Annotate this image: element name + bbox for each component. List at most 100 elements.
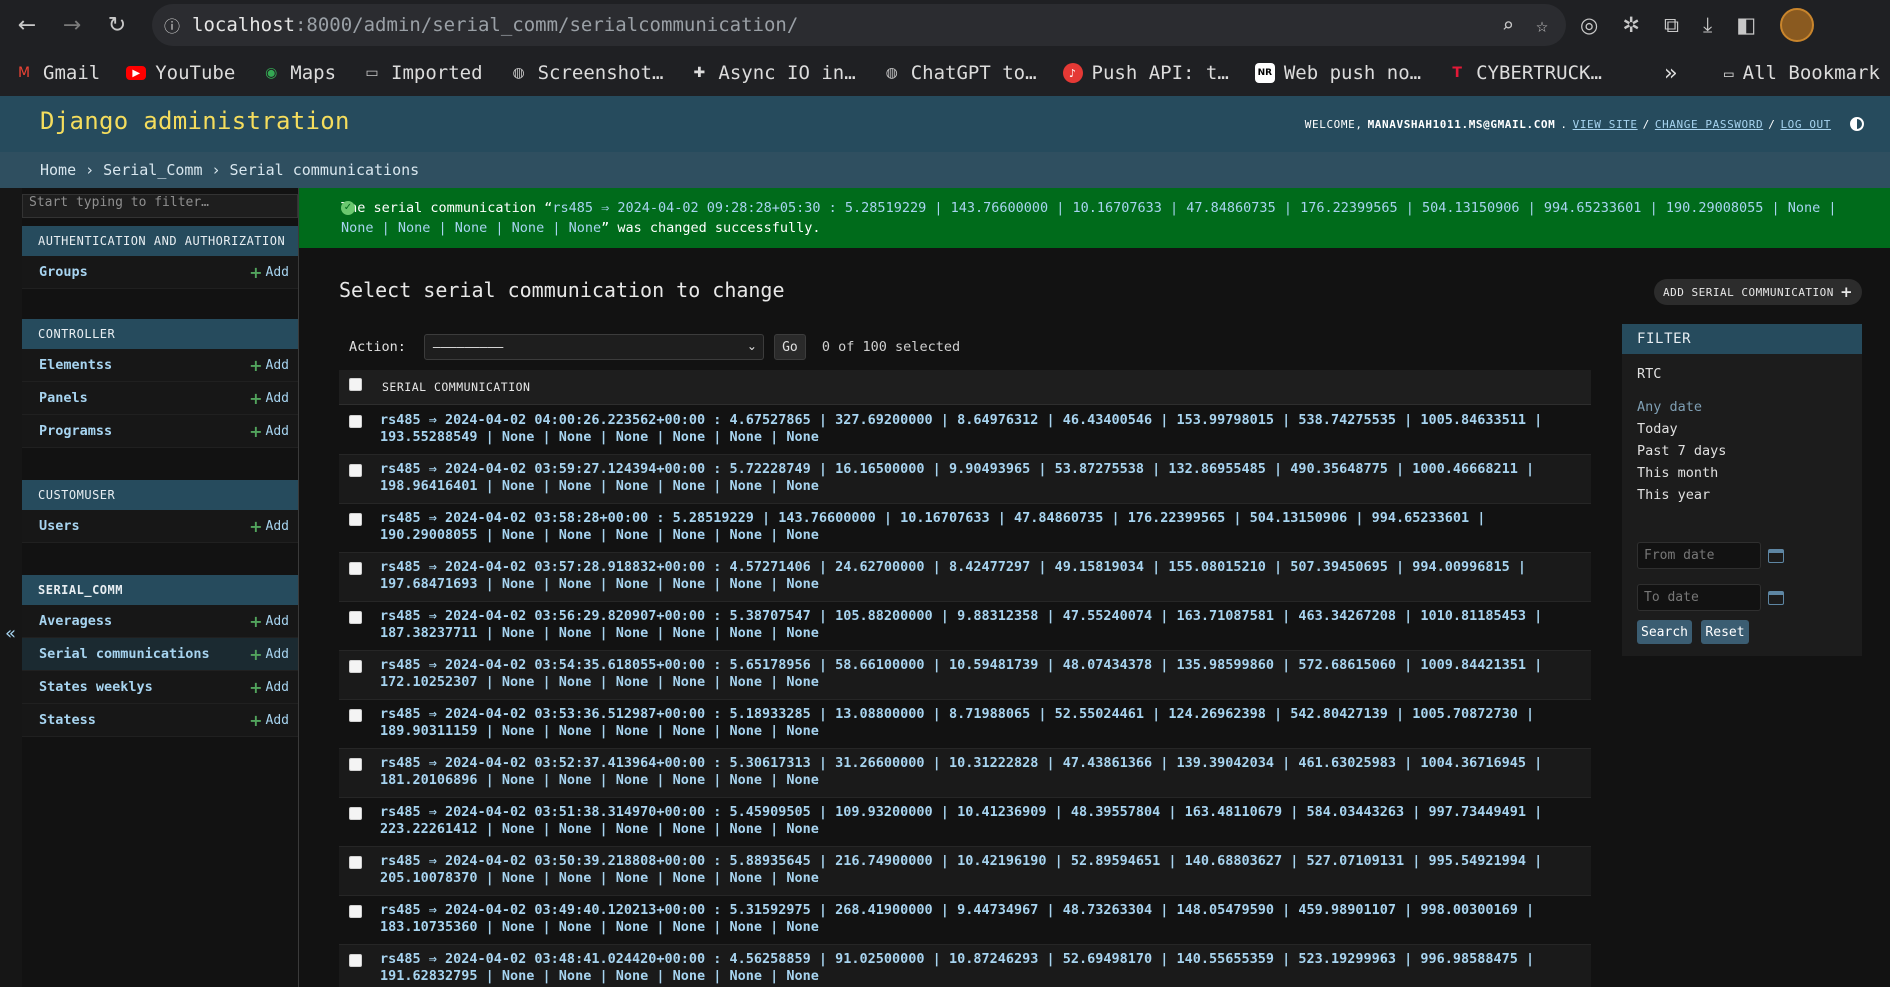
row-object-link[interactable]: rs485 ⇒ 2024-04-02 03:49:40.120213+00:00… — [380, 902, 1580, 936]
add-link[interactable]: + Add — [249, 671, 289, 704]
row-checkbox[interactable] — [349, 660, 362, 673]
profile-avatar[interactable] — [1780, 8, 1815, 42]
nav-filter-input[interactable]: Start typing to filter… — [22, 194, 298, 218]
row-checkbox[interactable] — [349, 905, 362, 918]
add-link[interactable]: + Add — [249, 510, 289, 543]
forward-arrow-icon[interactable]: → — [54, 7, 90, 43]
add-link[interactable]: + Add — [249, 256, 289, 289]
zoom-icon[interactable]: ⌕ — [1502, 13, 1514, 37]
bookmark-async-io[interactable]: ✚ Async IO in… — [689, 62, 856, 84]
app-caption-serial-comm[interactable]: SERIAL_COMM — [22, 575, 298, 605]
bookmark-gmail[interactable]: M Gmail — [14, 62, 100, 84]
to-date-input[interactable]: To date — [1637, 584, 1761, 611]
theme-toggle-icon[interactable] — [1850, 117, 1864, 131]
filter-option-any-date[interactable]: Any date — [1637, 396, 1726, 418]
success-message: The serial communication “rs485 ⇒ 2024-0… — [299, 188, 1890, 248]
sidebar-item-elementss[interactable]: Elementss + Add — [22, 349, 298, 382]
calendar-icon[interactable] — [1768, 549, 1784, 563]
bookmark-maps[interactable]: ◉ Maps — [261, 62, 336, 84]
view-site-link[interactable]: VIEW SITE — [1573, 118, 1638, 131]
filter-option-today[interactable]: Today — [1637, 418, 1726, 440]
bookmark-imported[interactable]: ▭ Imported — [362, 62, 482, 84]
row-object-link[interactable]: rs485 ⇒ 2024-04-02 03:52:37.413964+00:00… — [380, 755, 1580, 789]
row-object-link[interactable]: rs485 ⇒ 2024-04-02 03:53:36.512987+00:00… — [380, 706, 1580, 740]
action-select[interactable]: ————————— ⌄ — [423, 334, 764, 360]
filter-option-this-year[interactable]: This year — [1637, 484, 1726, 506]
row-object-link[interactable]: rs485 ⇒ 2024-04-02 03:57:28.918832+00:00… — [380, 559, 1580, 593]
extension-bug-icon[interactable]: ✲ — [1622, 13, 1640, 37]
address-bar[interactable]: ⓘ localhost:8000/admin/serial_comm/seria… — [152, 4, 1566, 46]
bookmark-youtube[interactable]: ▶ YouTube — [126, 62, 235, 84]
row-checkbox[interactable] — [349, 513, 362, 526]
add-serial-communication-button[interactable]: ADD SERIAL COMMUNICATION + — [1654, 279, 1862, 305]
changed-object-link[interactable]: rs485 ⇒ 2024-04-02 09:28:28+05:30 : 5.28… — [341, 200, 1837, 236]
reset-button[interactable]: Reset — [1701, 620, 1749, 644]
row-object-link[interactable]: rs485 ⇒ 2024-04-02 03:54:35.618055+00:00… — [380, 657, 1580, 691]
bookmark-chatgpt[interactable]: ◍ ChatGPT to… — [882, 62, 1037, 84]
add-link[interactable]: + Add — [249, 415, 289, 448]
bookmark-push-api[interactable]: ♪ Push API: t… — [1062, 62, 1229, 84]
sidebar-item-states-weeklys[interactable]: States weeklys + Add — [22, 671, 298, 704]
row-checkbox[interactable] — [349, 954, 362, 967]
add-link[interactable]: + Add — [249, 605, 289, 638]
add-link[interactable]: + Add — [249, 382, 289, 415]
row-checkbox[interactable] — [349, 856, 362, 869]
bookmark-star-icon[interactable]: ☆ — [1536, 13, 1548, 37]
row-checkbox[interactable] — [349, 807, 362, 820]
sidebar-item-averagess[interactable]: Averagess + Add — [22, 605, 298, 638]
all-bookmarks[interactable]: ▭ All Bookmark — [1724, 50, 1880, 96]
extensions-puzzle-icon[interactable]: ⧉ — [1664, 13, 1679, 38]
bookmark-cybertruck[interactable]: T CYBERTRUCK… — [1447, 62, 1602, 84]
go-button[interactable]: Go — [773, 334, 806, 360]
row-checkbox[interactable] — [349, 562, 362, 575]
app-caption-controller[interactable]: CONTROLLER — [22, 319, 298, 349]
breadcrumb-app[interactable]: Serial_Comm — [103, 161, 202, 179]
row-object-link[interactable]: rs485 ⇒ 2024-04-02 03:50:39.218808+00:00… — [380, 853, 1580, 887]
row-object-link[interactable]: rs485 ⇒ 2024-04-02 03:59:27.124394+00:00… — [380, 461, 1580, 495]
search-button[interactable]: Search — [1637, 620, 1692, 644]
add-link[interactable]: + Add — [249, 349, 289, 382]
change-password-link[interactable]: CHANGE PASSWORD — [1655, 118, 1763, 131]
extension-target-icon[interactable]: ◎ — [1580, 13, 1598, 37]
row-object-link[interactable]: rs485 ⇒ 2024-04-02 03:48:41.024420+00:00… — [380, 951, 1580, 985]
select-all-checkbox[interactable] — [349, 378, 362, 391]
site-info-icon[interactable]: ⓘ — [152, 13, 192, 37]
plus-icon: + — [249, 612, 263, 631]
sidebar-item-statess[interactable]: Statess + Add — [22, 704, 298, 737]
add-link[interactable]: + Add — [249, 704, 289, 737]
sidebar-item-serial-communications[interactable]: Serial communications + Add — [22, 638, 298, 671]
filter-option-this-month[interactable]: This month — [1637, 462, 1726, 484]
back-arrow-icon[interactable]: ← — [9, 7, 45, 43]
sidebar-toggle[interactable]: « — [0, 188, 22, 987]
reload-icon[interactable]: ↻ — [99, 7, 135, 43]
column-header-serial-communication[interactable]: SERIAL COMMUNICATION — [382, 380, 530, 394]
bookmark-screenshot[interactable]: ◍ Screenshot… — [509, 62, 663, 84]
app-caption-customuser[interactable]: CUSTOMUSER — [22, 480, 298, 510]
url-text[interactable]: localhost:8000/admin/serial_comm/serialc… — [192, 14, 798, 36]
row-object-link[interactable]: rs485 ⇒ 2024-04-02 03:51:38.314970+00:00… — [380, 804, 1580, 838]
app-caption-auth[interactable]: AUTHENTICATION AND AUTHORIZATION — [22, 226, 298, 256]
log-out-link[interactable]: LOG OUT — [1780, 118, 1831, 131]
bookmarks-overflow-icon[interactable]: » — [1664, 50, 1677, 96]
row-checkbox[interactable] — [349, 415, 362, 428]
sidebar-item-users[interactable]: Users + Add — [22, 510, 298, 543]
breadcrumb-home[interactable]: Home — [40, 161, 76, 179]
row-object-link[interactable]: rs485 ⇒ 2024-04-02 04:00:26.223562+00:00… — [380, 412, 1580, 446]
sidebar-item-groups[interactable]: Groups + Add — [22, 256, 298, 289]
row-checkbox[interactable] — [349, 464, 362, 477]
row-object-link[interactable]: rs485 ⇒ 2024-04-02 03:56:29.820907+00:00… — [380, 608, 1580, 642]
sidebar-item-panels[interactable]: Panels + Add — [22, 382, 298, 415]
side-panel-icon[interactable]: ◧ — [1736, 13, 1756, 37]
row-checkbox[interactable] — [349, 758, 362, 771]
row-checkbox[interactable] — [349, 709, 362, 722]
from-date-input[interactable]: From date — [1637, 542, 1761, 569]
filter-option-past-7-days[interactable]: Past 7 days — [1637, 440, 1726, 462]
download-icon[interactable]: ⤓ — [1703, 13, 1712, 38]
bookmark-web-push[interactable]: NR Web push no… — [1254, 62, 1421, 84]
site-branding[interactable]: Django administration — [40, 107, 350, 135]
row-object-link[interactable]: rs485 ⇒ 2024-04-02 03:58:28+00:00 : 5.28… — [380, 510, 1580, 544]
add-link[interactable]: + Add — [249, 638, 289, 671]
sidebar-item-programss[interactable]: Programss + Add — [22, 415, 298, 448]
row-checkbox[interactable] — [349, 611, 362, 624]
calendar-icon[interactable] — [1768, 591, 1784, 605]
